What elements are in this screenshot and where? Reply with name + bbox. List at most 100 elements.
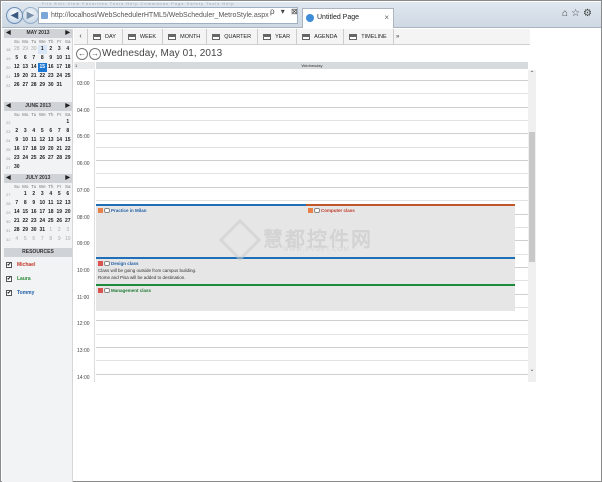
toolbar-scroll-left-button[interactable]: ‹	[74, 29, 88, 45]
view-tab-agenda[interactable]: AGENDA	[297, 29, 345, 45]
calendar-day[interactable]: 23	[30, 217, 39, 226]
calendar-day[interactable]: 7	[38, 235, 47, 244]
calendar-next-month-icon[interactable]: ▶	[65, 174, 70, 183]
resource-item-michael[interactable]: ✔ Michael	[4, 259, 72, 271]
calendar-prev-month-icon[interactable]: ◀	[6, 102, 11, 111]
browser-toolbar-icons[interactable]: ⌂☆⚙	[562, 8, 595, 19]
calendar-day[interactable]: 18	[30, 145, 39, 154]
calendar-day[interactable]: 30	[30, 226, 39, 235]
calendar-day[interactable]: 16	[30, 208, 39, 217]
calendar-day[interactable]: 23	[47, 72, 56, 81]
calendar-day[interactable]: 4	[47, 190, 56, 199]
calendar-day[interactable]: 28	[13, 226, 22, 235]
address-bar[interactable]: http://localhost/WebSchedulerHTML5/WebSc…	[38, 7, 298, 24]
favorites-star-icon[interactable]: ☆	[571, 8, 583, 19]
calendar-day[interactable]: 24	[55, 72, 64, 81]
calendar-day[interactable]: 26	[13, 81, 22, 90]
calendar-day[interactable]: 15	[21, 208, 30, 217]
calendar-day[interactable]: 3	[55, 45, 64, 54]
calendar-day[interactable]: 30	[13, 163, 22, 172]
calendar-day[interactable]: 8	[64, 127, 73, 136]
event-computer-class[interactable]: Computer class	[306, 204, 515, 257]
resource-checkbox[interactable]: ✔	[6, 262, 12, 268]
view-tab-week[interactable]: WEEK	[123, 29, 164, 45]
gear-icon[interactable]: ⚙	[583, 8, 595, 19]
calendar-prev-month-icon[interactable]: ◀	[6, 174, 11, 183]
calendar-day[interactable]: 5	[13, 54, 22, 63]
calendar-day[interactable]: 11	[47, 199, 56, 208]
calendar-day[interactable]: 16	[13, 145, 22, 154]
calendar-day[interactable]: 6	[64, 190, 73, 199]
calendar-day[interactable]: 4	[64, 45, 73, 54]
calendar-day[interactable]: 19	[13, 72, 22, 81]
calendar-day[interactable]: 17	[55, 63, 64, 72]
calendar-day[interactable]: 8	[21, 199, 30, 208]
calendar-day[interactable]: 1	[64, 118, 73, 127]
view-tab-quarter[interactable]: QUARTER	[207, 29, 259, 45]
calendar-day[interactable]: 13	[21, 63, 30, 72]
calendar-day[interactable]: 15	[38, 63, 47, 72]
home-icon[interactable]: ⌂	[562, 8, 571, 19]
vertical-scrollbar[interactable]: ⌃ ⌄	[528, 70, 536, 382]
toolbar-scroll-right-button[interactable]: »	[394, 29, 402, 45]
calendar-day[interactable]: 4	[30, 127, 39, 136]
calendar-day[interactable]: 10	[55, 54, 64, 63]
calendar-day[interactable]: 23	[13, 154, 22, 163]
calendar-day[interactable]: 5	[21, 235, 30, 244]
view-tab-month[interactable]: MONTH	[163, 29, 208, 45]
calendar-day[interactable]: 8	[38, 54, 47, 63]
calendar-day[interactable]: 24	[38, 217, 47, 226]
calendar-day[interactable]: 29	[38, 81, 47, 90]
tab-close-icon[interactable]: ×	[384, 9, 389, 27]
calendar-day[interactable]: 9	[13, 136, 22, 145]
calendar-day[interactable]: 3	[64, 226, 73, 235]
calendar-day[interactable]: 1	[38, 45, 47, 54]
calendar-day[interactable]: 16	[47, 63, 56, 72]
calendar-day[interactable]: 14	[55, 136, 64, 145]
calendar-day[interactable]: 19	[55, 208, 64, 217]
calendar-day[interactable]: 21	[30, 72, 39, 81]
calendar-day[interactable]: 13	[64, 199, 73, 208]
calendar-day[interactable]: 11	[64, 54, 73, 63]
calendar-day[interactable]: 25	[64, 72, 73, 81]
calendar-day[interactable]: 3	[21, 127, 30, 136]
calendar-day[interactable]: 27	[47, 154, 56, 163]
browser-menu-bar[interactable]: File Edit View Favorites Tools Help Comm…	[42, 1, 235, 6]
calendar-day[interactable]: 2	[30, 190, 39, 199]
calendar-day[interactable]: 25	[30, 154, 39, 163]
calendar-day[interactable]: 31	[38, 226, 47, 235]
calendar-day[interactable]: 4	[13, 235, 22, 244]
calendar-day[interactable]: 10	[21, 136, 30, 145]
previous-day-button[interactable]: ←	[76, 48, 88, 60]
calendar-day[interactable]: 27	[21, 81, 30, 90]
calendar-day[interactable]: 5	[38, 127, 47, 136]
calendar-day[interactable]: 20	[47, 145, 56, 154]
calendar-day[interactable]: 21	[55, 145, 64, 154]
calendar-day[interactable]: 10	[64, 235, 73, 244]
calendar-day[interactable]: 17	[38, 208, 47, 217]
calendar-day[interactable]: 1	[21, 190, 30, 199]
calendar-day[interactable]: 9	[55, 235, 64, 244]
calendar-day[interactable]: 29	[64, 154, 73, 163]
calendar-day[interactable]: 28	[30, 81, 39, 90]
view-tab-day[interactable]: DAY	[88, 29, 123, 45]
calendar-day[interactable]: 11	[30, 136, 39, 145]
calendar-day[interactable]: 7	[55, 127, 64, 136]
next-day-button[interactable]: →	[89, 48, 101, 60]
calendar-day[interactable]: 29	[21, 45, 30, 54]
calendar-day[interactable]: 3	[38, 190, 47, 199]
calendar-day[interactable]: 6	[30, 235, 39, 244]
calendar-day[interactable]: 20	[64, 208, 73, 217]
calendar-day[interactable]: 6	[47, 127, 56, 136]
calendar-day[interactable]: 12	[38, 136, 47, 145]
event-management-class[interactable]: Management class	[96, 284, 515, 311]
calendar-day[interactable]: 18	[47, 208, 56, 217]
calendar-next-month-icon[interactable]: ▶	[65, 29, 70, 38]
browser-forward-button[interactable]: ▶	[22, 7, 39, 24]
calendar-day[interactable]: 9	[47, 54, 56, 63]
calendar-day[interactable]: 30	[47, 81, 56, 90]
calendar-day[interactable]: 26	[55, 217, 64, 226]
calendar-day[interactable]: 27	[64, 217, 73, 226]
calendar-day[interactable]: 6	[21, 54, 30, 63]
calendar-day[interactable]: 8	[47, 235, 56, 244]
